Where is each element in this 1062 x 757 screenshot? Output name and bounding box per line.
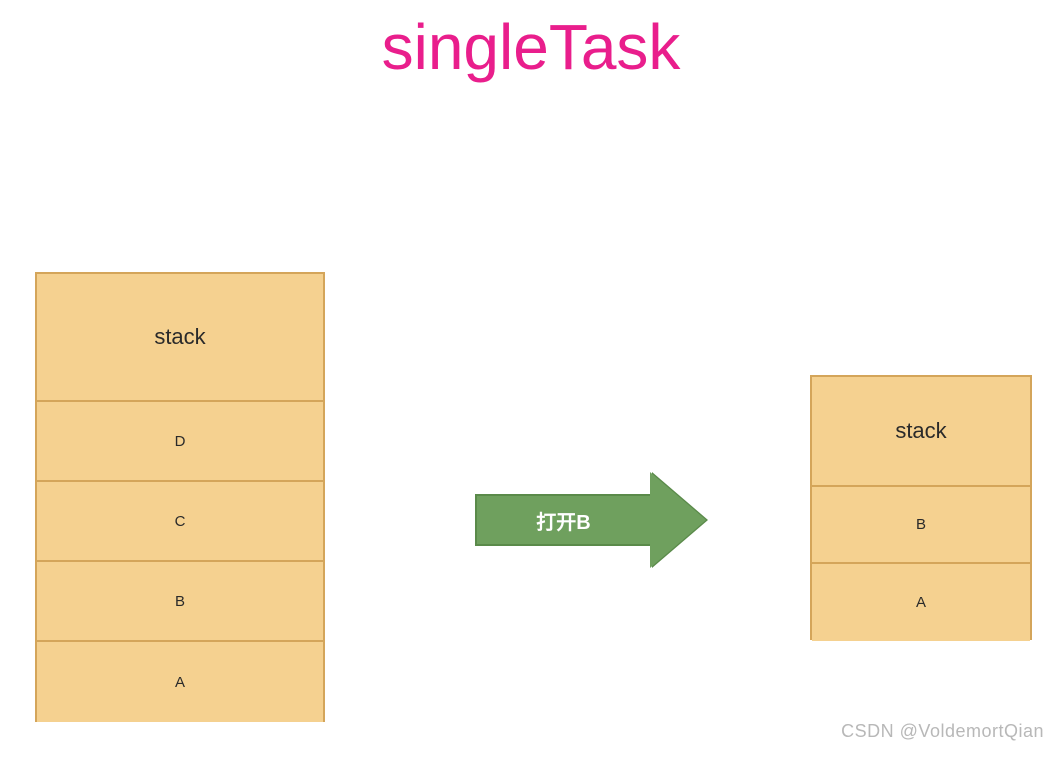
watermark-text: CSDN @VoldemortQian (841, 721, 1044, 742)
left-stack-header: stack (37, 274, 323, 402)
arrow-head-icon (650, 472, 706, 568)
right-stack-item: B (812, 487, 1030, 564)
left-stack-item: D (37, 402, 323, 482)
left-stack-item: A (37, 642, 323, 722)
right-stack-header: stack (812, 377, 1030, 487)
left-stack-item: B (37, 562, 323, 642)
diagram-title: singleTask (382, 10, 681, 84)
transition-arrow: 打开B (475, 470, 725, 570)
arrow-body: 打开B (475, 494, 650, 546)
left-stack-container: stack D C B A (35, 272, 325, 722)
left-stack-item: C (37, 482, 323, 562)
right-stack-container: stack B A (810, 375, 1032, 640)
arrow-label: 打开B (536, 506, 590, 535)
right-stack-item: A (812, 564, 1030, 641)
